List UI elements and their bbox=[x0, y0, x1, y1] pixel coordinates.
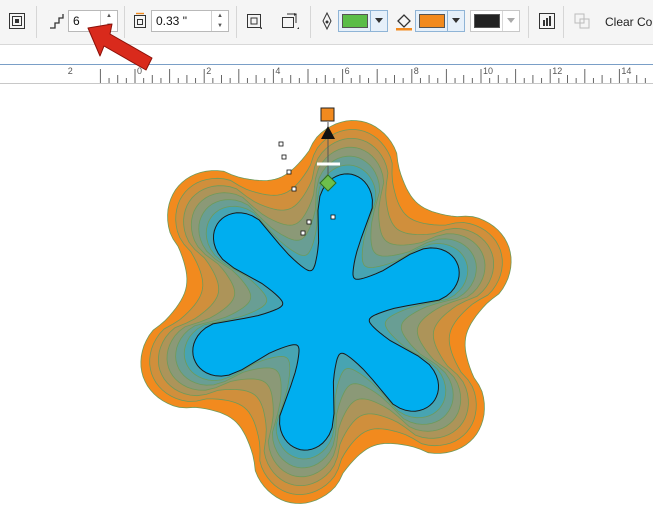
node-handle bbox=[330, 214, 336, 220]
node-handle bbox=[306, 219, 312, 225]
node-handle bbox=[286, 169, 292, 175]
red-arrow-icon bbox=[87, 23, 153, 71]
node-handle bbox=[291, 186, 297, 192]
drawing-canvas[interactable] bbox=[0, 0, 653, 531]
contour-start-handle bbox=[320, 107, 335, 122]
node-handle bbox=[278, 141, 284, 147]
red-arrow-annotation bbox=[87, 23, 153, 71]
node-handle bbox=[281, 154, 287, 160]
node-handle bbox=[300, 230, 306, 236]
